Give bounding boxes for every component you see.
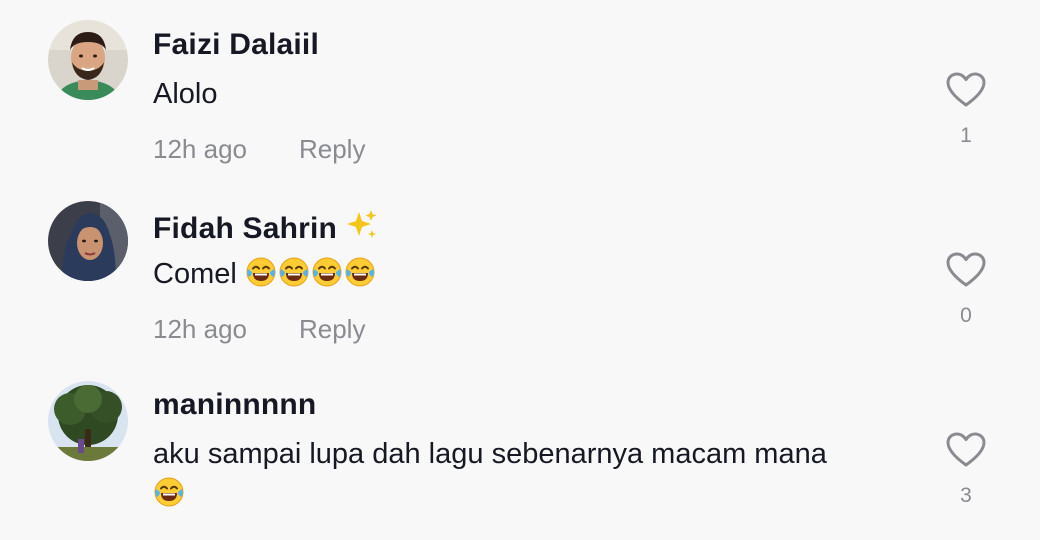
comment-text: Comel: [153, 254, 913, 294]
heart-icon: [946, 252, 986, 288]
avatar-man-beard-icon: [48, 20, 128, 100]
comment-text: Alolo: [153, 78, 218, 110]
comment-text: aku sampai lupa dah lagu sebenarnya maca…: [153, 434, 913, 514]
avatar-tree-photo-icon: [48, 381, 128, 461]
comment-username[interactable]: Fidah Sahrin: [153, 208, 379, 246]
like-button[interactable]: 1: [946, 72, 986, 148]
avatar-woman-hijab-icon: [48, 201, 128, 281]
comment-username[interactable]: maninnnnn: [153, 388, 316, 422]
avatar[interactable]: [48, 381, 128, 461]
comment-timestamp: 12h ago: [153, 314, 247, 344]
joy-emoji-icon: [311, 256, 343, 288]
like-button[interactable]: 0: [946, 252, 986, 328]
heart-icon: [946, 432, 986, 468]
like-count: 0: [960, 304, 972, 327]
avatar[interactable]: [48, 20, 128, 100]
comment-meta: 12h ago Reply: [153, 314, 365, 345]
like-button[interactable]: 3: [946, 432, 986, 508]
reply-button[interactable]: Reply: [299, 134, 365, 164]
joy-emoji-icon: [278, 256, 310, 288]
joy-emoji-icon: [344, 256, 376, 288]
comment-list: Faizi Dalaiil Alolo 12h ago Reply 1 Fida…: [0, 0, 1040, 540]
sparkles-icon: [347, 210, 377, 238]
comment-username[interactable]: Faizi Dalaiil: [153, 28, 319, 62]
joy-emoji-icon: [245, 256, 277, 288]
like-count: 1: [960, 124, 972, 147]
heart-icon: [946, 72, 986, 108]
avatar[interactable]: [48, 201, 128, 281]
like-count: 3: [960, 484, 972, 507]
comment-meta: 12h ago Reply: [153, 134, 365, 165]
comment-timestamp: 12h ago: [153, 134, 247, 164]
joy-emoji-icon: [153, 476, 185, 508]
reply-button[interactable]: Reply: [299, 314, 365, 344]
